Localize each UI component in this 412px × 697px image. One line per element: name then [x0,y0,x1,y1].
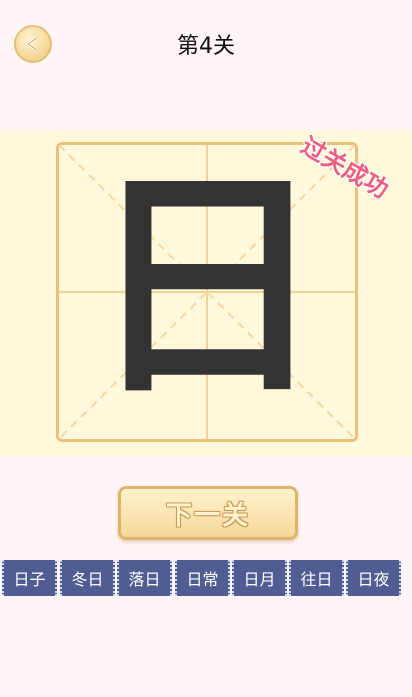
word-tile[interactable]: 往日 [289,560,344,596]
word-tile[interactable]: 日子 [2,560,57,596]
word-tile[interactable]: 落日 [117,560,172,596]
word-tile[interactable]: 冬日 [60,560,115,596]
next-level-button[interactable]: 下一关 [118,486,298,540]
word-tile[interactable]: 日常 [175,560,230,596]
page-title: 第4关 [177,34,235,59]
top-bar: 第4关 [0,0,412,90]
word-tile[interactable]: 日夜 [346,560,401,596]
word-list: 日子 冬日 落日 日常 日月 往日 日夜 [0,560,412,600]
word-tile[interactable]: 日月 [232,560,287,596]
target-character: 日 [86,147,327,427]
